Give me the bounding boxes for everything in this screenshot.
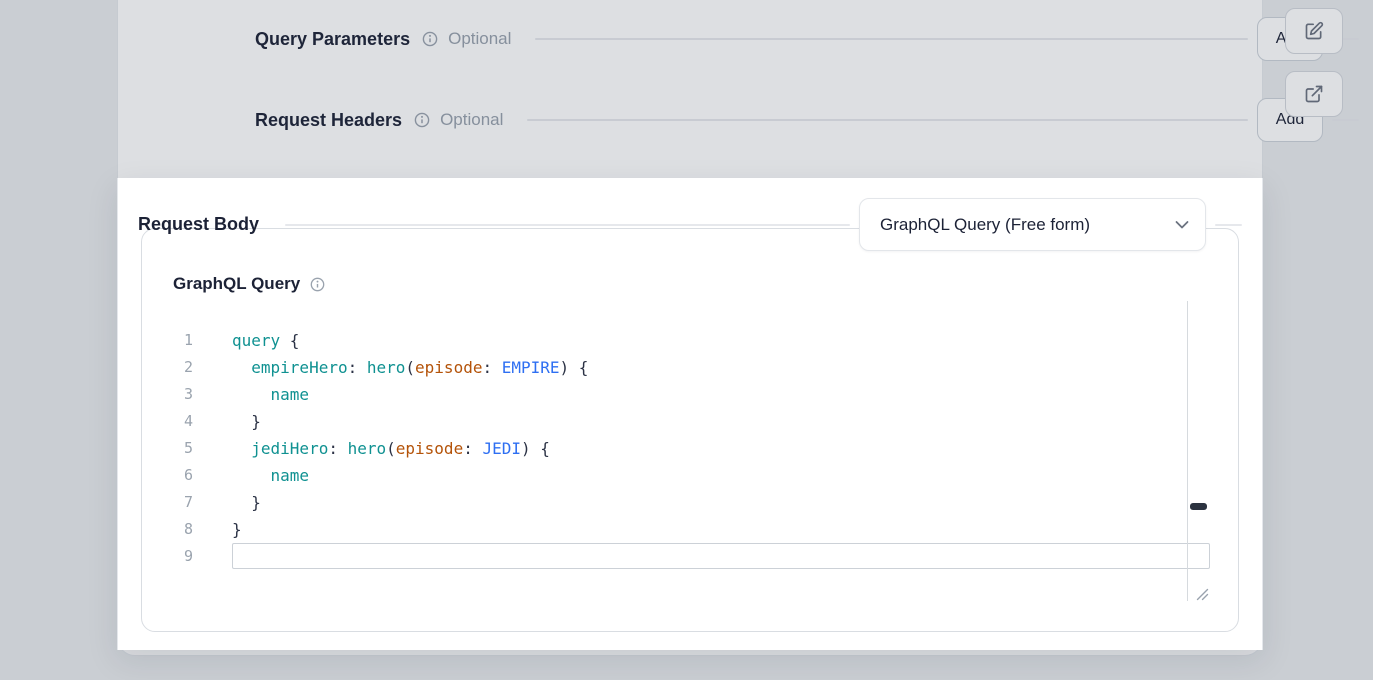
graphql-query-label-row: GraphQL Query (173, 274, 325, 294)
resize-handle-icon[interactable] (1196, 588, 1209, 601)
graphql-code-editor[interactable]: 123456789 query { empireHero: hero(episo… (142, 301, 1238, 601)
request-body-spotlight: Request Body GraphQL Query (Free form) G… (117, 178, 1263, 650)
line-number: 4 (142, 408, 193, 435)
line-number: 6 (142, 462, 193, 489)
line-number: 1 (142, 327, 193, 354)
graphql-query-label: GraphQL Query (173, 274, 300, 294)
code-line[interactable]: } (232, 408, 1187, 435)
line-number: 9 (142, 543, 193, 570)
request-body-header: Request Body GraphQL Query (Free form) (138, 198, 1242, 251)
code-line[interactable]: jediHero: hero(episode: JEDI) { (232, 435, 1187, 462)
active-line-indicator (232, 543, 1210, 569)
code-line[interactable]: name (232, 462, 1187, 489)
editor-scroll-divider (1187, 301, 1188, 601)
scrollbar-thumb[interactable] (1190, 503, 1207, 510)
line-number: 3 (142, 381, 193, 408)
code-line[interactable]: } (232, 489, 1187, 516)
code-content[interactable]: query { empireHero: hero(episode: EMPIRE… (232, 301, 1187, 570)
code-line[interactable]: name (232, 381, 1187, 408)
line-number-gutter: 123456789 (142, 301, 193, 570)
request-body-title: Request Body (138, 214, 259, 235)
body-type-select[interactable]: GraphQL Query (Free form) (859, 198, 1206, 251)
section-divider (285, 224, 850, 226)
code-line[interactable]: query { (232, 327, 1187, 354)
line-number: 7 (142, 489, 193, 516)
code-line[interactable]: } (232, 516, 1187, 543)
line-number: 2 (142, 354, 193, 381)
line-number: 5 (142, 435, 193, 462)
graphql-query-card: GraphQL Query 123456789 query { empireHe… (141, 228, 1239, 632)
line-number: 8 (142, 516, 193, 543)
body-type-selected-value: GraphQL Query (Free form) (880, 215, 1090, 235)
chevron-down-icon (1175, 220, 1189, 229)
section-divider-tail (1215, 224, 1242, 226)
info-icon[interactable] (310, 277, 325, 292)
code-line[interactable]: empireHero: hero(episode: EMPIRE) { (232, 354, 1187, 381)
